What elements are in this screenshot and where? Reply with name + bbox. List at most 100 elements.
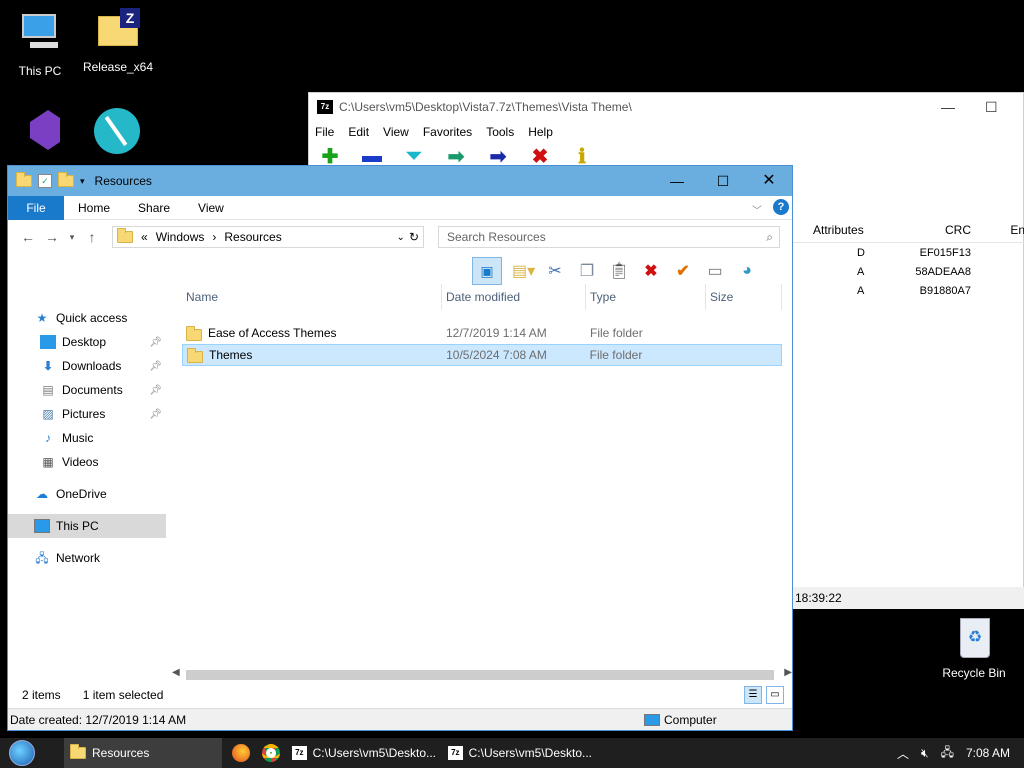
checkmark-icon[interactable]: ✔ <box>672 261 694 281</box>
computer-icon <box>34 519 50 533</box>
column-size[interactable]: Size <box>706 284 782 310</box>
back-icon[interactable]: ← <box>16 229 40 245</box>
sidebar-item-quick-access[interactable]: ★ Quick access <box>8 306 166 330</box>
paste-icon[interactable]: 📋︎ <box>608 261 630 281</box>
desktop-icon-recycle-bin[interactable]: ♻ Recycle Bin <box>934 612 1014 680</box>
menu-edit[interactable]: Edit <box>348 125 369 139</box>
desktop-icon-visual-studio[interactable] <box>0 106 80 160</box>
details-view-icon[interactable]: ☰ <box>744 686 762 704</box>
maximize-icon[interactable]: ☐ <box>700 166 746 196</box>
tab-home[interactable]: Home <box>64 201 124 215</box>
column-type[interactable]: Type <box>586 284 706 310</box>
sidebar-item-music[interactable]: ♪ Music <box>8 426 166 450</box>
column-name[interactable]: Name <box>182 284 442 310</box>
tab-file[interactable]: File <box>8 195 64 220</box>
taskbar-firefox[interactable] <box>226 738 256 768</box>
seven-zip-titlebar[interactable]: 7z C:\Users\vm5\Desktop\Vista7.7z\Themes… <box>309 93 1023 121</box>
windows-logo-icon <box>9 740 35 766</box>
sidebar-item-desktop[interactable]: Desktop 📌︎ <box>8 330 166 354</box>
menu-tools[interactable]: Tools <box>486 125 514 139</box>
breadcrumb-separator[interactable]: › <box>212 230 216 244</box>
pin-icon[interactable]: 📌︎ <box>149 385 162 396</box>
menu-help[interactable]: Help <box>528 125 553 139</box>
sidebar-item-onedrive[interactable]: ☁ OneDrive <box>8 482 166 506</box>
pin-icon[interactable]: 📌︎ <box>149 361 162 372</box>
scroll-left-icon[interactable]: ◀ <box>172 667 180 678</box>
search-input[interactable]: Search Resources ⌕ <box>438 226 780 248</box>
breadcrumb-windows[interactable]: Windows <box>156 230 205 244</box>
rename-icon[interactable]: ▭ <box>704 261 726 281</box>
large-icons-view-icon[interactable]: ▭ <box>766 686 784 704</box>
desktop-icon-label: Release_x64 <box>82 60 154 74</box>
globe-icon[interactable]: ◕ <box>736 262 758 280</box>
minimize-icon[interactable]: — <box>654 166 700 196</box>
sidebar-item-documents[interactable]: ▤ Documents 📌︎ <box>8 378 166 402</box>
selection-count: 1 item selected <box>82 688 164 702</box>
breadcrumb-overflow[interactable]: « <box>141 230 148 244</box>
column-crc[interactable]: CRC <box>871 223 971 242</box>
chevron-up-icon[interactable]: ︿ <box>897 745 909 762</box>
table-row[interactable]: Themes 10/5/2024 7:08 AM File folder <box>182 344 782 366</box>
horizontal-scrollbar[interactable]: ◀ ▶ <box>172 666 792 684</box>
desktop-icon-release[interactable]: Z Release_x64 <box>78 6 158 74</box>
pin-icon[interactable]: 📌︎ <box>149 409 162 420</box>
computer-icon <box>16 10 64 58</box>
search-icon: ⌕ <box>766 230 773 244</box>
sidebar-item-downloads[interactable]: ⬇ Downloads 📌︎ <box>8 354 166 378</box>
desktop-icon-theme-tool[interactable] <box>76 106 156 160</box>
taskbar-item-7zip-2[interactable]: 7z C:\Users\vm5\Deskto... <box>442 738 598 768</box>
pin-icon[interactable]: 📌︎ <box>149 337 162 348</box>
delete-icon[interactable]: ✖ <box>640 261 662 281</box>
table-row[interactable]: D EF015F13 <box>793 247 1024 266</box>
column-attributes[interactable]: Attributes <box>793 223 871 242</box>
address-dropdown-icon[interactable]: ⌄ <box>397 232 405 243</box>
recent-locations-icon[interactable]: ▾ <box>64 232 80 243</box>
scrollbar-thumb[interactable] <box>186 670 774 680</box>
network-icon[interactable]: 🖧︎ <box>941 743 954 764</box>
cloud-icon: ☁ <box>36 487 48 501</box>
table-row[interactable]: A 58ADEAA8 <box>793 266 1024 285</box>
volume-muted-icon[interactable]: 🔇︎ <box>921 746 929 761</box>
recycle-bin-icon: ♻ <box>950 612 998 660</box>
clock[interactable]: 7:08 AM <box>966 746 1010 760</box>
new-folder-dropdown-icon[interactable]: ▤▾ <box>512 261 535 281</box>
cut-icon[interactable]: ✂ <box>544 261 566 281</box>
menu-favorites[interactable]: Favorites <box>423 125 472 139</box>
close-icon[interactable]: ✕ <box>746 166 792 196</box>
preview-pane-icon[interactable]: ▣ <box>472 257 502 285</box>
properties-icon[interactable]: ✓ <box>38 174 52 188</box>
refresh-icon[interactable]: ↻ <box>409 230 419 244</box>
taskbar-item-resources[interactable]: Resources <box>64 738 222 768</box>
start-button[interactable] <box>0 738 44 768</box>
address-bar[interactable]: « Windows › Resources ⌄ ↻ <box>112 226 424 248</box>
sidebar-item-network[interactable]: 🖧︎ Network <box>8 546 166 570</box>
sidebar-item-videos[interactable]: ▦ Videos <box>8 450 166 474</box>
maximize-icon[interactable]: ☐ <box>985 99 998 116</box>
scroll-right-icon[interactable]: ▶ <box>784 667 792 678</box>
taskbar-item-7zip-1[interactable]: 7z C:\Users\vm5\Deskto... <box>286 738 442 768</box>
tab-view[interactable]: View <box>184 201 238 215</box>
explorer-window[interactable]: ✓ ▾ Resources — ☐ ✕ File Home Share View… <box>7 165 793 731</box>
forward-icon[interactable]: → <box>40 229 64 245</box>
menu-file[interactable]: File <box>315 125 334 139</box>
chevron-down-icon[interactable]: ▾ <box>80 176 85 187</box>
copy-icon[interactable]: ❐ <box>576 261 598 281</box>
file-date: 10/5/2024 7:08 AM <box>446 348 547 362</box>
taskbar-chrome[interactable] <box>256 738 286 768</box>
table-row[interactable]: Ease of Access Themes 12/7/2019 1:14 AM … <box>182 322 782 344</box>
table-row[interactable]: A B91880A7 <box>793 285 1024 304</box>
column-en[interactable]: En <box>971 223 1024 242</box>
desktop-icon-this-pc[interactable]: This PC <box>0 10 80 78</box>
breadcrumb-resources[interactable]: Resources <box>224 230 281 244</box>
help-icon[interactable]: ? <box>773 199 789 215</box>
minimize-icon[interactable]: — <box>941 99 955 115</box>
column-date-modified[interactable]: Date modified <box>442 284 586 310</box>
explorer-titlebar[interactable]: ✓ ▾ Resources — ☐ ✕ <box>8 166 792 196</box>
menu-view[interactable]: View <box>383 125 409 139</box>
new-folder-icon[interactable] <box>58 172 74 187</box>
sidebar-item-this-pc[interactable]: This PC <box>8 514 166 538</box>
ribbon-expand-icon[interactable]: ﹀ <box>752 202 762 217</box>
tab-share[interactable]: Share <box>124 201 184 215</box>
sidebar-item-pictures[interactable]: ▨ Pictures 📌︎ <box>8 402 166 426</box>
up-icon[interactable]: ↑ <box>80 229 104 245</box>
